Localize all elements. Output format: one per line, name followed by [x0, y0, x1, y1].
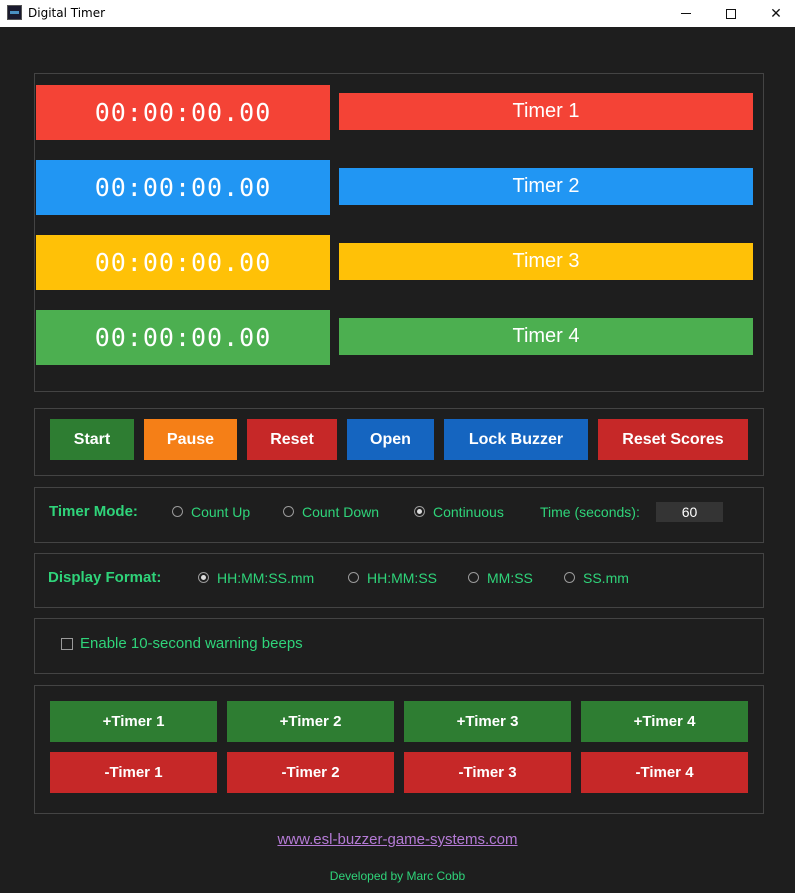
- minimize-button[interactable]: [663, 0, 709, 27]
- format-hhmmss-label[interactable]: HH:MM:SS: [367, 570, 437, 586]
- score-panel: +Timer 1 +Timer 2 +Timer 3 +Timer 4 -Tim…: [34, 685, 764, 814]
- controls-panel: Start Pause Reset Open Lock Buzzer Reset…: [34, 408, 764, 476]
- developer-credit: Developed by Marc Cobb: [329, 869, 466, 883]
- format-ssmm-label[interactable]: SS.mm: [583, 570, 629, 586]
- display-format-panel: Display Format: HH:MM:SS.mm HH:MM:SS MM:…: [34, 553, 764, 608]
- timer-2-label[interactable]: Timer 2: [339, 168, 753, 205]
- plus-timer-1-button[interactable]: +Timer 1: [50, 701, 217, 742]
- format-hhmmss-radio[interactable]: [348, 572, 359, 583]
- timer-mode-label: Timer Mode:: [49, 503, 138, 520]
- title-bar: Digital Timer ✕: [0, 0, 795, 27]
- display-format-label: Display Format:: [48, 569, 162, 586]
- plus-timer-4-button[interactable]: +Timer 4: [581, 701, 748, 742]
- plus-timer-3-button[interactable]: +Timer 3: [404, 701, 571, 742]
- time-seconds-input[interactable]: 60: [656, 502, 723, 522]
- maximize-button[interactable]: [708, 0, 754, 27]
- continuous-label[interactable]: Continuous: [433, 504, 504, 520]
- window-title: Digital Timer: [28, 6, 106, 20]
- timer-mode-panel: Timer Mode: Count Up Count Down Continuo…: [34, 487, 764, 543]
- timer-3-label[interactable]: Timer 3: [339, 243, 753, 280]
- timer-3-clock: 00:00:00.00: [36, 235, 330, 290]
- open-button[interactable]: Open: [347, 419, 434, 460]
- minus-timer-3-button[interactable]: -Timer 3: [404, 752, 571, 793]
- format-ssmm-radio[interactable]: [564, 572, 575, 583]
- count-up-label[interactable]: Count Up: [191, 504, 250, 520]
- start-button[interactable]: Start: [50, 419, 134, 460]
- minus-timer-2-button[interactable]: -Timer 2: [227, 752, 394, 793]
- continuous-radio[interactable]: [414, 506, 425, 517]
- time-seconds-label: Time (seconds):: [540, 504, 640, 520]
- timer-1-clock: 00:00:00.00: [36, 85, 330, 140]
- lock-buzzer-button[interactable]: Lock Buzzer: [444, 419, 588, 460]
- warning-beeps-label[interactable]: Enable 10-second warning beeps: [80, 635, 303, 652]
- pause-button[interactable]: Pause: [144, 419, 237, 460]
- maximize-icon: [726, 8, 736, 19]
- minus-timer-4-button[interactable]: -Timer 4: [581, 752, 748, 793]
- reset-scores-button[interactable]: Reset Scores: [598, 419, 748, 460]
- app-icon: [7, 5, 22, 20]
- warning-panel: Enable 10-second warning beeps: [34, 618, 764, 674]
- count-down-radio[interactable]: [283, 506, 294, 517]
- website-link[interactable]: www.esl-buzzer-game-systems.com: [0, 831, 795, 848]
- warning-beeps-checkbox[interactable]: [61, 638, 73, 650]
- minus-timer-1-button[interactable]: -Timer 1: [50, 752, 217, 793]
- reset-button[interactable]: Reset: [247, 419, 337, 460]
- format-hhmmssmm-radio[interactable]: [198, 572, 209, 583]
- timer-2-clock: 00:00:00.00: [36, 160, 330, 215]
- count-up-radio[interactable]: [172, 506, 183, 517]
- close-button[interactable]: ✕: [753, 0, 795, 27]
- format-mmss-label[interactable]: MM:SS: [487, 570, 533, 586]
- close-icon: ✕: [770, 5, 782, 22]
- minimize-icon: [681, 13, 691, 14]
- format-mmss-radio[interactable]: [468, 572, 479, 583]
- timers-panel: 00:00:00.00 Timer 1 00:00:00.00 Timer 2 …: [34, 73, 764, 392]
- count-down-label[interactable]: Count Down: [302, 504, 379, 520]
- format-hhmmssmm-label[interactable]: HH:MM:SS.mm: [217, 570, 314, 586]
- timer-4-label[interactable]: Timer 4: [339, 318, 753, 355]
- timer-4-clock: 00:00:00.00: [36, 310, 330, 365]
- timer-1-label[interactable]: Timer 1: [339, 93, 753, 130]
- plus-timer-2-button[interactable]: +Timer 2: [227, 701, 394, 742]
